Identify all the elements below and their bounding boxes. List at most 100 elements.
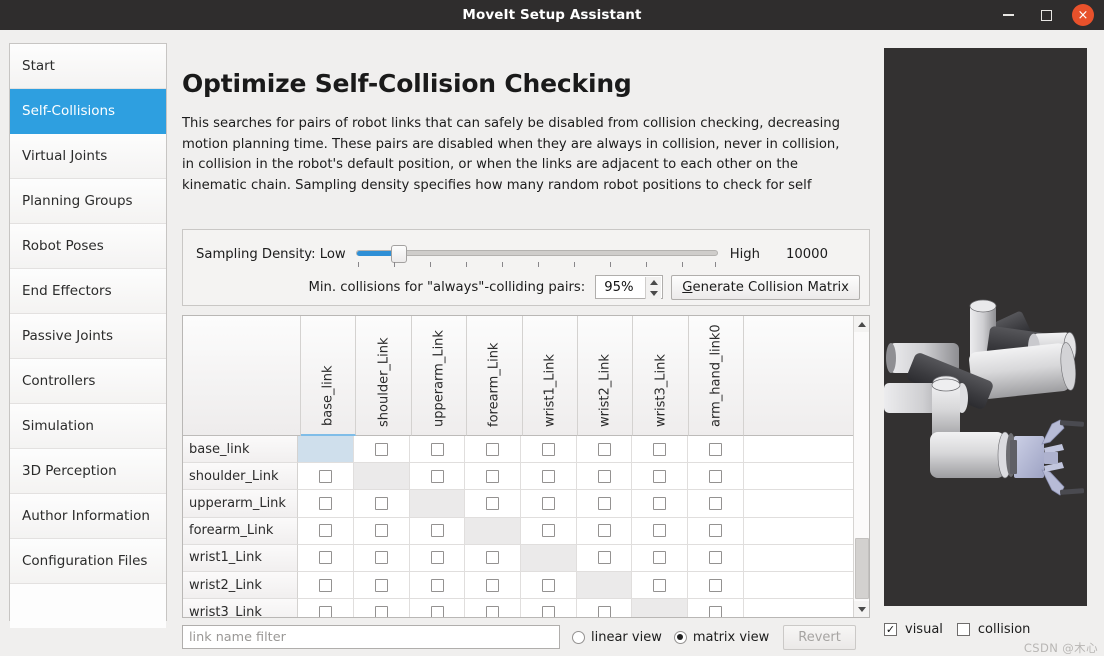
matrix-cell[interactable] (409, 517, 466, 545)
matrix-cell[interactable] (688, 571, 744, 600)
collision-checkbox[interactable] (374, 496, 388, 510)
matrix-cell[interactable] (521, 571, 577, 600)
matrix-cell[interactable] (354, 599, 410, 617)
collision-checkbox[interactable] (708, 496, 722, 510)
collision-checkbox[interactable] (374, 524, 388, 538)
matrix-cell[interactable] (632, 517, 689, 545)
collision-checkbox[interactable] (319, 551, 333, 565)
column-header[interactable]: forearm_Link (467, 316, 523, 436)
matrix-cell[interactable] (688, 544, 744, 572)
collision-checkbox[interactable] (430, 469, 444, 483)
sidebar-item-robot-poses[interactable]: Robot Poses (10, 224, 166, 269)
column-header[interactable]: upperarm_Link (411, 316, 468, 436)
matrix-cell[interactable] (521, 517, 577, 545)
matrix-cell[interactable] (354, 436, 410, 464)
matrix-cell[interactable] (298, 599, 355, 617)
slider-handle[interactable] (390, 245, 407, 263)
spinner-up-icon[interactable] (649, 280, 658, 285)
collision-checkbox[interactable] (653, 551, 667, 565)
scroll-up-button[interactable] (854, 316, 869, 332)
collision-checkbox[interactable] (708, 442, 722, 456)
matrix-cell[interactable] (354, 571, 410, 600)
collision-checkbox[interactable] (374, 551, 388, 565)
collision-checkbox[interactable] (597, 551, 611, 565)
matrix-cell[interactable] (688, 599, 744, 617)
matrix-cell[interactable] (632, 436, 689, 464)
column-header[interactable]: wrist3_Link (633, 316, 689, 436)
matrix-cell[interactable] (409, 463, 466, 491)
matrix-cell[interactable] (688, 463, 744, 491)
sidebar-item-self-collisions[interactable]: Self-Collisions (10, 89, 166, 134)
collision-checkbox[interactable] (319, 524, 333, 538)
collision-checkbox[interactable] (708, 551, 722, 565)
matrix-cell[interactable] (409, 544, 466, 572)
link-name-filter-input[interactable]: link name filter (182, 625, 560, 649)
collision-checkbox[interactable] (486, 442, 500, 456)
scroll-down-button[interactable] (854, 601, 869, 617)
collision-checkbox[interactable] (653, 496, 667, 510)
collision-checkbox[interactable] (430, 551, 444, 565)
collision-checkbox[interactable] (541, 605, 555, 617)
row-header[interactable]: wrist1_Link (183, 544, 299, 572)
collision-checkbox[interactable] (319, 496, 333, 510)
matrix-cell[interactable] (576, 490, 633, 518)
matrix-cell[interactable] (465, 571, 522, 600)
matrix-view-radio[interactable]: matrix view (673, 630, 769, 645)
matrix-cell[interactable] (409, 436, 466, 464)
revert-button[interactable]: Revert (783, 624, 856, 650)
matrix-cell[interactable] (632, 544, 689, 572)
collision-checkbox[interactable] (319, 469, 333, 483)
matrix-cell[interactable] (632, 571, 689, 600)
row-header[interactable]: wrist3_Link (183, 599, 299, 617)
row-header[interactable]: forearm_Link (183, 517, 299, 545)
matrix-cell[interactable] (298, 490, 355, 518)
matrix-cell[interactable] (521, 463, 577, 491)
collision-checkbox[interactable] (653, 524, 667, 538)
sidebar-item-controllers[interactable]: Controllers (10, 359, 166, 404)
collision-checkbox[interactable] (541, 496, 555, 510)
collision-checkbox[interactable] (597, 496, 611, 510)
collision-checkbox[interactable] (374, 578, 388, 592)
minimize-button[interactable] (996, 3, 1020, 27)
matrix-cell[interactable] (632, 490, 689, 518)
sidebar-item-virtual-joints[interactable]: Virtual Joints (10, 134, 166, 179)
matrix-cell[interactable] (688, 490, 744, 518)
collision-checkbox[interactable] (486, 469, 500, 483)
min-collisions-spinner[interactable]: 95% (595, 275, 664, 299)
matrix-cell[interactable] (298, 517, 355, 545)
collision-checkbox[interactable] (653, 442, 667, 456)
matrix-cell[interactable] (298, 463, 355, 491)
matrix-cell[interactable] (354, 490, 410, 518)
collision-checkbox[interactable] (653, 469, 667, 483)
matrix-cell[interactable] (354, 517, 410, 545)
column-header[interactable]: wrist2_Link (578, 316, 634, 436)
matrix-cell[interactable] (465, 436, 522, 464)
column-header[interactable]: wrist1_Link (522, 316, 579, 436)
collision-checkbox[interactable] (319, 605, 333, 617)
matrix-cell[interactable] (298, 571, 355, 600)
matrix-cell[interactable] (521, 599, 577, 617)
matrix-cell[interactable] (465, 599, 522, 617)
sidebar-item-simulation[interactable]: Simulation (10, 404, 166, 449)
collision-checkbox[interactable] (708, 578, 722, 592)
matrix-cell[interactable] (465, 490, 522, 518)
robot-3d-viewport[interactable] (884, 48, 1087, 606)
generate-collision-matrix-button[interactable]: Generate Collision Matrix (671, 274, 860, 300)
collision-matrix-table[interactable]: base_link shoulder_Link upperarm_Link forea… (182, 315, 870, 618)
matrix-cell[interactable] (688, 436, 744, 464)
matrix-cell[interactable] (521, 490, 577, 518)
column-header[interactable]: shoulder_Link (356, 316, 412, 436)
collision-checkbox[interactable] (597, 469, 611, 483)
collision-checkbox[interactable] (374, 442, 388, 456)
matrix-cell[interactable] (632, 463, 689, 491)
linear-view-radio[interactable]: linear view (572, 630, 662, 645)
collision-checkbox[interactable] (374, 605, 388, 617)
collision-checkbox[interactable] (541, 578, 555, 592)
sidebar-item-author-information[interactable]: Author Information (10, 494, 166, 539)
matrix-cell[interactable] (298, 544, 355, 572)
sidebar-item-passive-joints[interactable]: Passive Joints (10, 314, 166, 359)
collision-checkbox[interactable] (597, 524, 611, 538)
collision-checkbox[interactable] (653, 578, 667, 592)
row-header[interactable]: wrist2_Link (183, 571, 299, 600)
collision-checkbox[interactable] (486, 605, 500, 617)
